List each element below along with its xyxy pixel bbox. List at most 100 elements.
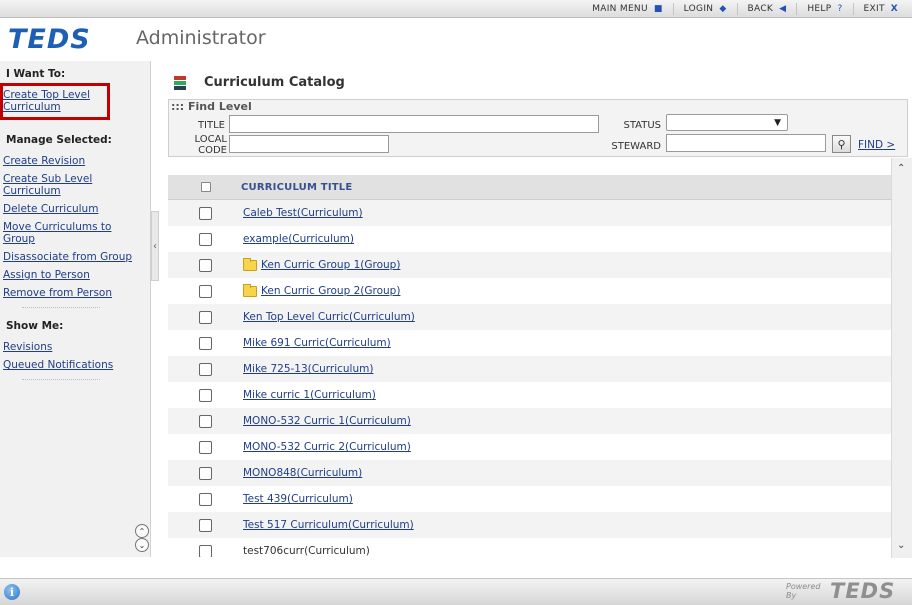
help-link[interactable]: HELP ? xyxy=(796,2,852,15)
row-checkbox[interactable] xyxy=(199,440,212,454)
top-navigation: MAIN MENU ■ LOGIN ◆ BACK ◀ HELP ? EXIT X xyxy=(0,0,912,18)
curriculum-title-link[interactable]: Caleb Test(Curriculum) xyxy=(243,207,363,219)
row-checkbox[interactable] xyxy=(199,388,212,402)
title-input[interactable] xyxy=(229,115,599,133)
curriculum-title-link[interactable]: MONO-532 Curric 1(Curriculum) xyxy=(243,415,411,427)
teds-logo: TEDS xyxy=(8,24,91,55)
curriculum-title-link[interactable]: MONO-532 Curric 2(Curriculum) xyxy=(243,441,411,453)
curriculum-title-link[interactable]: Ken Top Level Curric(Curriculum) xyxy=(243,311,415,323)
exit-link[interactable]: EXIT X xyxy=(852,2,908,15)
find-level-heading: ::: Find Level xyxy=(171,100,252,113)
queued-notifications-link[interactable]: Queued Notifications xyxy=(0,359,113,371)
main-scrollbar[interactable]: ⌃ ⌄ xyxy=(891,158,912,558)
select-all-checkbox[interactable] xyxy=(201,182,211,192)
sidebar-scroll-up-button[interactable]: ⌃ xyxy=(135,524,149,538)
page-title: Curriculum Catalog xyxy=(204,75,345,90)
row-checkbox[interactable] xyxy=(199,336,212,350)
row-checkbox[interactable] xyxy=(199,466,212,480)
sidebar-scroll-down-button[interactable]: ⌄ xyxy=(135,538,149,552)
footer: i Powered By TEDS xyxy=(0,578,912,605)
delete-curriculum-link[interactable]: Delete Curriculum xyxy=(0,203,98,215)
page-title-row: Curriculum Catalog xyxy=(174,75,345,90)
create-top-level-curriculum-link[interactable]: Create Top Level Curriculum xyxy=(0,89,104,113)
table-row: Ken Curric Group 1(Group) xyxy=(168,252,891,278)
login-label: LOGIN xyxy=(683,3,714,14)
app-header: TEDS Administrator xyxy=(0,18,912,60)
table-row: MONO848(Curriculum) xyxy=(168,460,891,486)
curriculum-title-header[interactable]: CURRICULUM TITLE xyxy=(241,182,352,193)
app-subtitle: Administrator xyxy=(136,27,266,49)
curriculum-title-link[interactable]: Ken Curric Group 2(Group) xyxy=(261,285,400,297)
row-checkbox[interactable] xyxy=(199,492,212,506)
row-checkbox[interactable] xyxy=(199,206,212,220)
divider xyxy=(22,379,100,380)
chevron-up-icon: ⌃ xyxy=(138,526,146,536)
help-label: HELP xyxy=(807,3,832,14)
curriculum-title-link[interactable]: example(Curriculum) xyxy=(243,233,354,245)
folder-icon xyxy=(243,283,257,297)
sidebar-collapse-handle[interactable]: ‹ xyxy=(151,211,159,281)
left-sidebar: I Want To: Create Top Level Curriculum M… xyxy=(0,61,151,557)
curriculum-title-link[interactable]: Mike 725-13(Curriculum) xyxy=(243,363,373,375)
divider xyxy=(22,307,100,308)
back-arrow-icon: ◀ xyxy=(779,3,787,14)
exit-label: EXIT xyxy=(863,3,885,14)
table-row: Mike curric 1(Curriculum) xyxy=(168,382,891,408)
square-icon: ■ xyxy=(653,3,663,14)
magnifier-icon: ⚲ xyxy=(837,137,846,151)
back-label: BACK xyxy=(747,3,774,14)
curriculum-title-link[interactable]: Test 517 Curriculum(Curriculum) xyxy=(243,519,414,531)
table-row: example(Curriculum) xyxy=(168,226,891,252)
table-row: MONO-532 Curric 1(Curriculum) xyxy=(168,408,891,434)
curriculum-title-link[interactable]: Mike curric 1(Curriculum) xyxy=(243,389,376,401)
table-row: Mike 691 Curric(Curriculum) xyxy=(168,330,891,356)
find-link[interactable]: FIND > xyxy=(858,139,895,151)
manage-selected-heading: Manage Selected: xyxy=(6,134,112,146)
status-select[interactable]: ▼ xyxy=(666,114,788,131)
row-checkbox[interactable] xyxy=(199,544,212,557)
status-label: STATUS xyxy=(623,120,661,131)
steward-label: STEWARD xyxy=(611,141,661,152)
title-label: TITLE xyxy=(197,120,225,131)
row-checkbox[interactable] xyxy=(199,258,212,272)
remove-from-person-link[interactable]: Remove from Person xyxy=(0,287,112,299)
books-icon xyxy=(174,75,188,90)
disassociate-from-group-link[interactable]: Disassociate from Group xyxy=(0,251,132,263)
curriculum-title-link[interactable]: Mike 691 Curric(Curriculum) xyxy=(243,337,391,349)
scroll-up-arrow-icon[interactable]: ⌃ xyxy=(897,163,905,174)
help-icon: ? xyxy=(837,3,843,14)
steward-input[interactable] xyxy=(666,134,826,152)
local-code-input[interactable] xyxy=(229,135,389,153)
find-level-panel: ::: Find Level TITLE LOCAL CODE STATUS ▼… xyxy=(168,99,908,157)
main-menu-link[interactable]: MAIN MENU ■ xyxy=(582,3,672,15)
row-checkbox[interactable] xyxy=(199,310,212,324)
scroll-down-arrow-icon[interactable]: ⌄ xyxy=(897,540,905,551)
main-content: Curriculum Catalog ::: Find Level TITLE … xyxy=(160,61,912,557)
row-checkbox[interactable] xyxy=(199,518,212,532)
curriculum-title-link[interactable]: Ken Curric Group 1(Group) xyxy=(261,259,400,271)
curriculum-title-link[interactable]: test706curr(Curriculum) xyxy=(243,545,370,557)
curriculum-title-link[interactable]: MONO848(Curriculum) xyxy=(243,467,362,479)
table-body: Caleb Test(Curriculum) example(Curriculum… xyxy=(168,200,891,557)
row-checkbox[interactable] xyxy=(199,362,212,376)
revisions-link[interactable]: Revisions xyxy=(0,341,52,353)
create-sub-level-curriculum-link[interactable]: Create Sub Level Curriculum xyxy=(0,173,104,197)
diamond-icon: ◆ xyxy=(719,3,727,14)
steward-search-button[interactable]: ⚲ xyxy=(832,135,851,153)
local-code-label: LOCAL CODE xyxy=(194,134,227,156)
back-link[interactable]: BACK ◀ xyxy=(736,2,797,15)
login-link[interactable]: LOGIN ◆ xyxy=(672,2,737,15)
info-icon[interactable]: i xyxy=(4,584,20,600)
assign-to-person-link[interactable]: Assign to Person xyxy=(0,269,90,281)
row-checkbox[interactable] xyxy=(199,414,212,428)
chevron-down-icon: ▼ xyxy=(774,117,781,128)
row-checkbox[interactable] xyxy=(199,232,212,246)
create-revision-link[interactable]: Create Revision xyxy=(0,155,85,167)
table-row: Test 517 Curriculum(Curriculum) xyxy=(168,512,891,538)
powered-by-text: Powered By xyxy=(786,582,821,600)
table-row: Mike 725-13(Curriculum) xyxy=(168,356,891,382)
curriculum-title-link[interactable]: Test 439(Curriculum) xyxy=(243,493,353,505)
main-menu-label: MAIN MENU xyxy=(592,3,648,14)
row-checkbox[interactable] xyxy=(199,284,212,298)
move-curriculums-to-group-link[interactable]: Move Curriculums to Group xyxy=(0,221,130,245)
